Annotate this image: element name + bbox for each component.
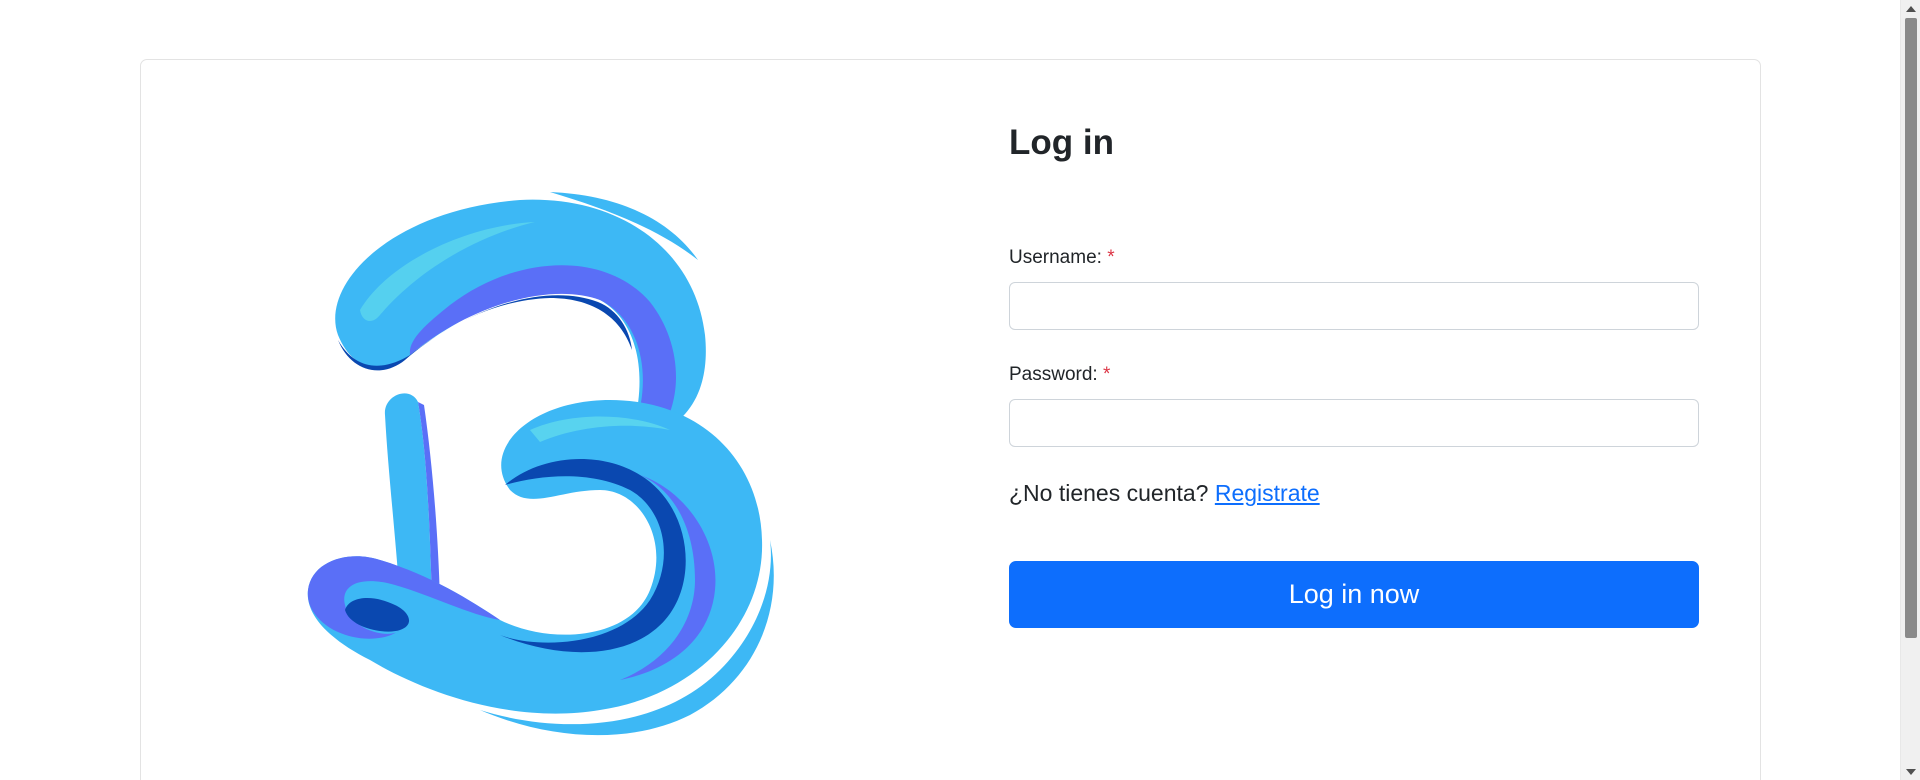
letter-b-logo-icon — [307, 192, 774, 736]
password-label-text: Password: — [1009, 364, 1098, 385]
username-label: Username: * — [1009, 246, 1115, 270]
scroll-down-arrow-icon[interactable] — [1901, 763, 1920, 780]
login-page: Log in Username: * Password: * ¿No tiene… — [0, 0, 1920, 780]
username-label-text: Username: — [1009, 247, 1102, 268]
login-form: Log in Username: * Password: * ¿No tiene… — [1009, 118, 1699, 628]
username-input[interactable] — [1009, 282, 1699, 330]
password-input[interactable] — [1009, 399, 1699, 447]
register-prompt: ¿No tienes cuenta? Registrate — [1009, 478, 1320, 508]
page-title: Log in — [1009, 123, 1114, 162]
brand-logo-icon — [300, 190, 800, 740]
no-account-text: ¿No tienes cuenta? — [1009, 480, 1209, 506]
password-label: Password: * — [1009, 363, 1110, 387]
vertical-scrollbar[interactable] — [1900, 0, 1920, 780]
username-required-mark: * — [1107, 247, 1115, 268]
password-required-mark: * — [1102, 364, 1111, 385]
login-submit-button[interactable]: Log in now — [1009, 561, 1699, 628]
scrollbar-thumb[interactable] — [1905, 18, 1917, 638]
register-link[interactable]: Registrate — [1215, 480, 1320, 506]
scroll-up-arrow-icon[interactable] — [1901, 0, 1920, 17]
